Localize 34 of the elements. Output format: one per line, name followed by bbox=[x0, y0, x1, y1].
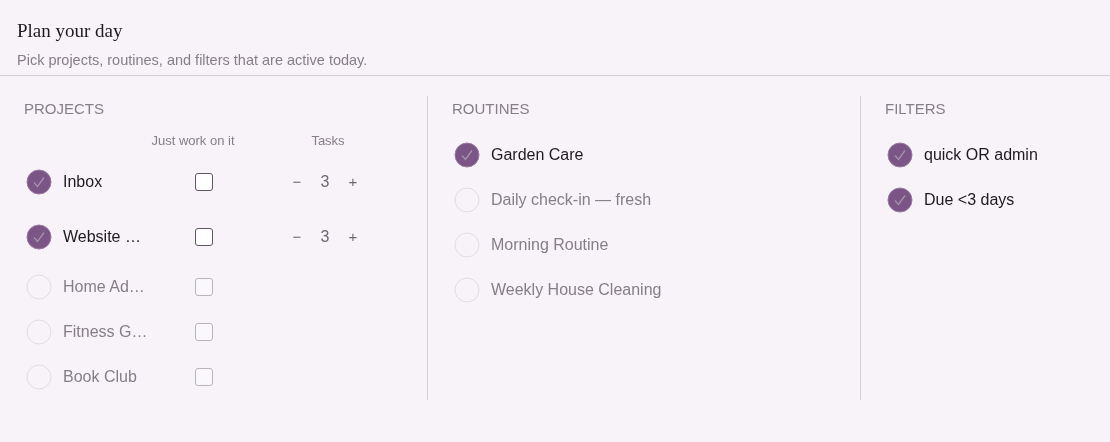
task-count: 3 bbox=[319, 227, 331, 246]
checked-circle-icon[interactable] bbox=[26, 168, 52, 195]
item-label: Garden Care bbox=[491, 145, 584, 164]
page-title: Plan your day bbox=[17, 20, 124, 42]
checkbox[interactable] bbox=[195, 172, 213, 191]
checked-circle-icon[interactable] bbox=[26, 223, 52, 250]
checkbox[interactable] bbox=[195, 367, 213, 386]
checkbox[interactable] bbox=[195, 227, 213, 246]
item-label: quick OR admin bbox=[924, 145, 1038, 164]
checked-circle-icon[interactable] bbox=[887, 141, 913, 168]
checked-circle-icon[interactable] bbox=[887, 186, 913, 213]
item-label: Book Club bbox=[63, 367, 138, 386]
item-label: Weekly House Cleaning bbox=[491, 280, 662, 299]
section-heading: PROJECTS bbox=[24, 100, 105, 119]
item-label: Daily check-in — fresh bbox=[491, 190, 652, 209]
decrement-button[interactable]: − bbox=[289, 228, 305, 245]
checked-circle-icon[interactable] bbox=[454, 141, 480, 168]
increment-button[interactable]: + bbox=[345, 228, 361, 245]
decrement-button[interactable]: − bbox=[289, 173, 305, 190]
increment-button[interactable]: + bbox=[345, 173, 361, 190]
section-heading: FILTERS bbox=[885, 100, 947, 119]
item-label: Due <3 days bbox=[924, 190, 1015, 209]
item-label: Home Ad… bbox=[63, 277, 146, 296]
column-header: Tasks bbox=[310, 132, 346, 148]
item-label: Website … bbox=[63, 227, 142, 246]
item-label: Inbox bbox=[63, 172, 104, 191]
item-label: Fitness G… bbox=[63, 322, 149, 341]
section-heading: ROUTINES bbox=[452, 100, 531, 119]
checkbox[interactable] bbox=[195, 322, 213, 341]
task-count: 3 bbox=[319, 172, 331, 191]
checkbox[interactable] bbox=[195, 277, 213, 296]
column-header: Just work on it bbox=[150, 132, 236, 148]
item-label: Morning Routine bbox=[491, 235, 609, 254]
page-subtitle: Pick projects, routines, and filters that are active today. bbox=[17, 52, 369, 68]
